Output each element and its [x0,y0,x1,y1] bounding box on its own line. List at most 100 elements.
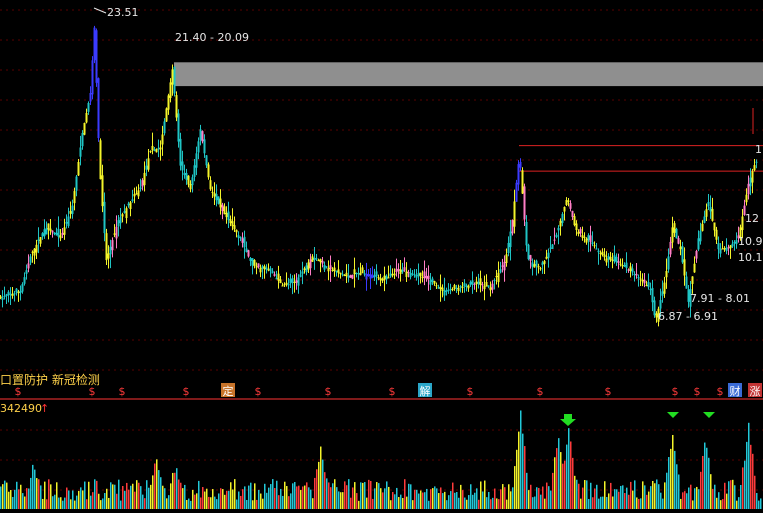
candle-body [445,290,448,292]
volume-bar [20,484,22,509]
candle-body [93,27,96,61]
volume-bar [442,493,444,509]
signal-mark: 涨 [750,385,761,398]
volume-bar [78,490,80,509]
candle-body [209,180,212,190]
down-arrow-icon [667,412,679,418]
candle-body [441,287,444,291]
candle-body [127,203,130,206]
candle-body [145,165,148,170]
candle-body [39,237,42,244]
volume-bar [102,498,104,509]
volume-bar [416,489,418,509]
volume-bar [300,490,302,509]
volume-bar [298,485,300,509]
candle-body [489,287,492,291]
candle-body [479,278,482,285]
volume-bar [528,490,530,509]
volume-bar [150,484,152,509]
candle-body [51,230,54,233]
candle-body [661,291,664,296]
volume-bar [582,487,584,509]
volume-bar [336,487,338,509]
candle-body [19,290,22,293]
candle-body [279,279,282,284]
candle-body [17,291,20,294]
volume-bar [406,496,408,509]
candle-body [247,250,250,257]
candle-body [33,248,36,256]
candle-body [705,209,708,217]
candle-body [453,285,456,289]
volume-bar [118,479,120,509]
volume-bar [14,489,16,509]
volume-bar [100,500,102,509]
candle-body [315,258,318,260]
volume-bar [22,493,24,509]
volume-bar [204,491,206,509]
signal-mark: $ [605,385,612,398]
candle-body [575,223,578,231]
volume-bar [498,499,500,509]
volume-bar [338,491,340,509]
candle-body [27,263,30,269]
volume-bar [602,496,604,509]
candle-body [503,261,506,271]
volume-bar [760,498,762,509]
right-edge-label-1: 1 [755,143,762,156]
volume-bar [302,486,304,509]
volume-bar [578,483,580,509]
candle-body [255,266,258,268]
candle-body [409,272,412,278]
candle-body [651,287,654,303]
volume-bar [472,494,474,509]
volume-bar [706,447,708,509]
volume-bar [688,487,690,509]
volume-bar [156,459,158,509]
candle-body [9,293,12,295]
volume-bar [76,495,78,509]
candle-body [333,267,336,272]
volume-bar [408,483,410,509]
candle-body [553,239,556,241]
volume-bar [588,498,590,509]
volume-bar [372,498,374,509]
volume-bar [112,484,114,509]
volume-bar [10,490,12,509]
volume-bar [378,483,380,509]
candle-body [109,246,112,255]
volume-bar [88,481,90,509]
low-range-label-2: 6.87 - 6.91 [658,310,718,323]
volume-bar [386,481,388,509]
volume-bar [72,490,74,509]
candle-body [177,113,180,142]
volume-bar [734,485,736,509]
stock-chart[interactable]: 23.51 21.40 - 20.09 7.91 - 8.01 6.87 - 6… [0,0,763,509]
volume-bar [196,493,198,509]
volume-bar [184,484,186,509]
volume-bar [606,497,608,509]
candle-body [151,145,154,151]
candle-body [13,293,16,295]
candle-body [449,289,452,291]
volume-bar [198,480,200,509]
candle-body [45,228,48,235]
volume-bar [592,497,594,509]
candle-body [595,248,598,250]
volume-bar [138,482,140,509]
candle-body [41,233,44,237]
volume-bar [636,497,638,509]
volume-bar [4,480,6,509]
volume-bar [558,438,560,509]
candle-body [551,244,554,250]
candle-body [541,262,544,266]
volume-bar [714,484,716,509]
candle-body [613,255,616,262]
volume-bar [608,493,610,509]
volume-bar [600,496,602,509]
volume-bar [306,482,308,509]
volume-bar [728,481,730,509]
volume-bar [172,472,174,509]
gray-resistance-zone [174,62,763,87]
candle-body [525,221,528,246]
